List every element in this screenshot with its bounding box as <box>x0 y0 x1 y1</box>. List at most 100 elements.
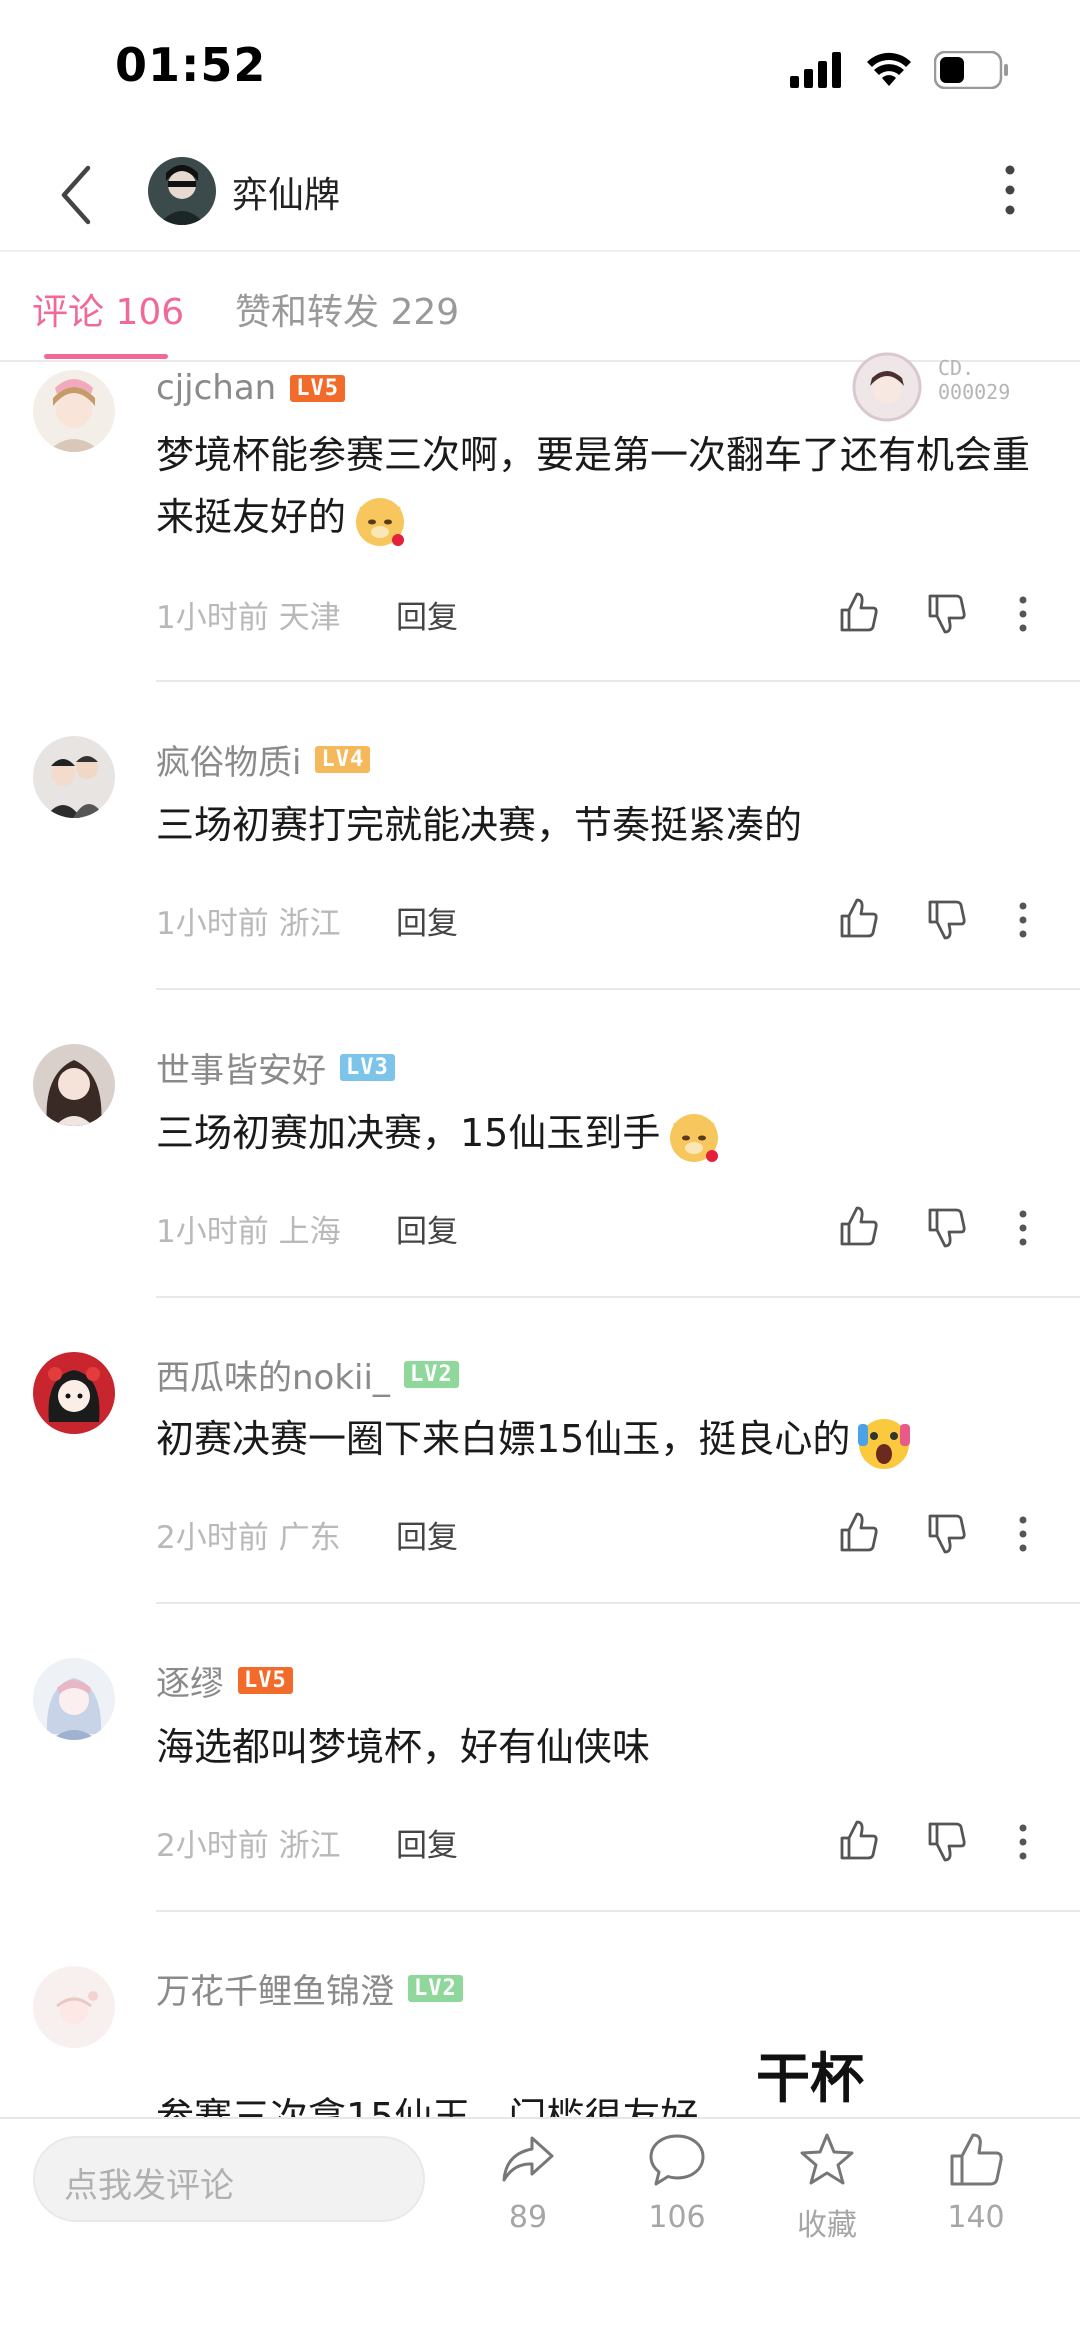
tab-likes-reposts[interactable]: 赞和转发 229 <box>235 283 459 335</box>
comment-more-icon[interactable] <box>1010 1206 1036 1250</box>
header-divider <box>0 250 1080 252</box>
comment-divider <box>156 1910 1080 1912</box>
comment-header: 万花千鲤鱼锦澄 LV2 <box>156 1964 463 2013</box>
badge-line-2: 000029 <box>938 380 1011 404</box>
thumbs-down-icon[interactable] <box>924 898 968 942</box>
comment-more-icon[interactable] <box>1010 898 1036 942</box>
thumbs-up-icon[interactable] <box>836 1204 880 1248</box>
comment-text: 三场初赛打完就能决赛，节奏挺紧凑的 <box>156 803 803 847</box>
avatar[interactable] <box>33 1044 115 1126</box>
comment-header: 疯俗物质i LV4 <box>156 735 371 784</box>
comment-button[interactable]: 106 <box>622 2130 732 2235</box>
thumbs-down-icon[interactable] <box>924 1820 968 1864</box>
avatar[interactable] <box>33 370 115 452</box>
comment-bubble-icon <box>649 2134 705 2186</box>
comment-header: 世事皆安好 LV3 <box>156 1043 395 1092</box>
comment-list: cjjchan LV5 梦境杯能参赛三次啊，要是第一次翻车了还有机会重来挺友好的… <box>0 362 1080 2117</box>
cheers-sticker: 干杯 <box>756 2047 864 2110</box>
status-time: 01:52 <box>115 38 267 92</box>
reply-button[interactable]: 回复 <box>396 1820 458 1865</box>
comment-username[interactable]: 万花千鲤鱼锦澄 <box>156 1964 394 2013</box>
reply-button[interactable]: 回复 <box>396 1206 458 1251</box>
thumbs-down-icon[interactable] <box>924 1206 968 1250</box>
comment-more-icon[interactable] <box>1010 1512 1036 1556</box>
level-badge: LV2 <box>403 1361 459 1388</box>
avatar[interactable] <box>33 1966 115 2048</box>
comment-username[interactable]: 疯俗物质i <box>156 735 301 784</box>
avatar[interactable] <box>33 1658 115 1740</box>
like-button[interactable]: 140 <box>921 2130 1031 2235</box>
comment-count: 106 <box>648 2200 706 2235</box>
comment-header: 逐缪 LV5 <box>156 1656 293 1705</box>
comment-more-icon[interactable] <box>1010 592 1036 636</box>
wifi-icon <box>867 52 911 86</box>
comment-input-placeholder: 点我发评论 <box>64 2166 234 2206</box>
comment-time: 1小时前 <box>156 1214 269 1250</box>
more-options-icon[interactable] <box>995 160 1025 220</box>
thumbs-down-icon[interactable] <box>924 1512 968 1556</box>
comment-username[interactable]: 世事皆安好 <box>156 1043 326 1092</box>
comment-meta: 1小时前 浙江 <box>156 898 341 943</box>
comment-meta: 2小时前 广东 <box>156 1512 341 1557</box>
comment-location: 浙江 <box>278 906 341 942</box>
favorite-label: 收藏 <box>797 2208 857 2243</box>
thumbs-up-icon[interactable] <box>836 896 880 940</box>
level-badge: LV5 <box>290 374 345 402</box>
scream-emoji <box>858 1418 911 1469</box>
avatar[interactable] <box>33 736 115 818</box>
thumbs-down-icon[interactable] <box>924 592 968 636</box>
comment-header: cjjchan LV5 <box>156 368 345 408</box>
comment-location: 广东 <box>278 1520 341 1556</box>
comment-time: 2小时前 <box>156 1828 269 1864</box>
level-badge: LV3 <box>340 1054 395 1081</box>
favorite-button[interactable]: 收藏 <box>772 2130 882 2244</box>
share-icon <box>502 2136 554 2182</box>
thumbs-up-icon[interactable] <box>836 590 880 634</box>
comment-text: 海选都叫梦境杯，好有仙侠味 <box>156 1725 651 1769</box>
share-count: 89 <box>508 2200 548 2235</box>
doge-rose-emoji <box>356 497 405 546</box>
like-count: 140 <box>947 2200 1005 2235</box>
back-icon[interactable] <box>52 160 102 230</box>
comment-location: 浙江 <box>278 1828 341 1864</box>
reply-button[interactable]: 回复 <box>396 592 458 637</box>
tab-comments[interactable]: 评论 106 <box>32 283 184 335</box>
comment-username[interactable]: 西瓜味的nokii_ <box>156 1350 390 1399</box>
level-badge: LV5 <box>238 1667 293 1694</box>
comment-username[interactable]: cjjchan <box>156 368 276 408</box>
reply-button[interactable]: 回复 <box>396 1512 458 1557</box>
level-badge: LV4 <box>315 746 371 773</box>
comment-time: 1小时前 <box>156 906 269 942</box>
share-button[interactable]: 89 <box>473 2130 583 2235</box>
comment-text: 梦境杯能参赛三次啊，要是第一次翻车了还有机会重来挺友好的 <box>156 424 1036 550</box>
comment-divider <box>156 1602 1080 1604</box>
comment-time: 2小时前 <box>156 1520 269 1556</box>
comment-meta: 1小时前 天津 <box>156 592 341 637</box>
page-title: 弈仙牌 <box>232 175 341 216</box>
comment-username[interactable]: 逐缪 <box>156 1656 224 1705</box>
star-icon <box>800 2133 854 2185</box>
comment-text: 三场初赛加决赛，15仙玉到手 <box>156 1102 1036 1166</box>
comment-text: 参赛三次拿15仙玉，门槛很友好 <box>156 2095 699 2117</box>
comment-more-icon[interactable] <box>1010 1820 1036 1864</box>
comment-header: 西瓜味的nokii_ LV2 <box>156 1350 459 1399</box>
thumbs-up-icon[interactable] <box>836 1818 880 1862</box>
comment-divider <box>156 680 1080 682</box>
comment-location: 天津 <box>278 600 341 636</box>
header-avatar[interactable] <box>148 157 216 225</box>
avatar[interactable] <box>33 1352 115 1434</box>
badge-line-1: CD. <box>938 356 975 380</box>
comment-meta: 2小时前 浙江 <box>156 1820 341 1865</box>
comment-location: 上海 <box>278 1214 341 1250</box>
signal-icon <box>790 52 841 88</box>
thumbs-up-icon[interactable] <box>836 1510 880 1554</box>
thumbs-up-icon <box>950 2133 1003 2186</box>
level-badge: LV2 <box>408 1975 463 2002</box>
comment-divider <box>156 1296 1080 1298</box>
doge-rose-emoji <box>670 1113 719 1162</box>
comment-meta: 1小时前 上海 <box>156 1206 341 1251</box>
fan-badge[interactable] <box>852 352 922 422</box>
fan-badge-number: CD. 000029 <box>938 356 1010 404</box>
reply-button[interactable]: 回复 <box>396 898 458 943</box>
battery-icon <box>934 51 1008 89</box>
